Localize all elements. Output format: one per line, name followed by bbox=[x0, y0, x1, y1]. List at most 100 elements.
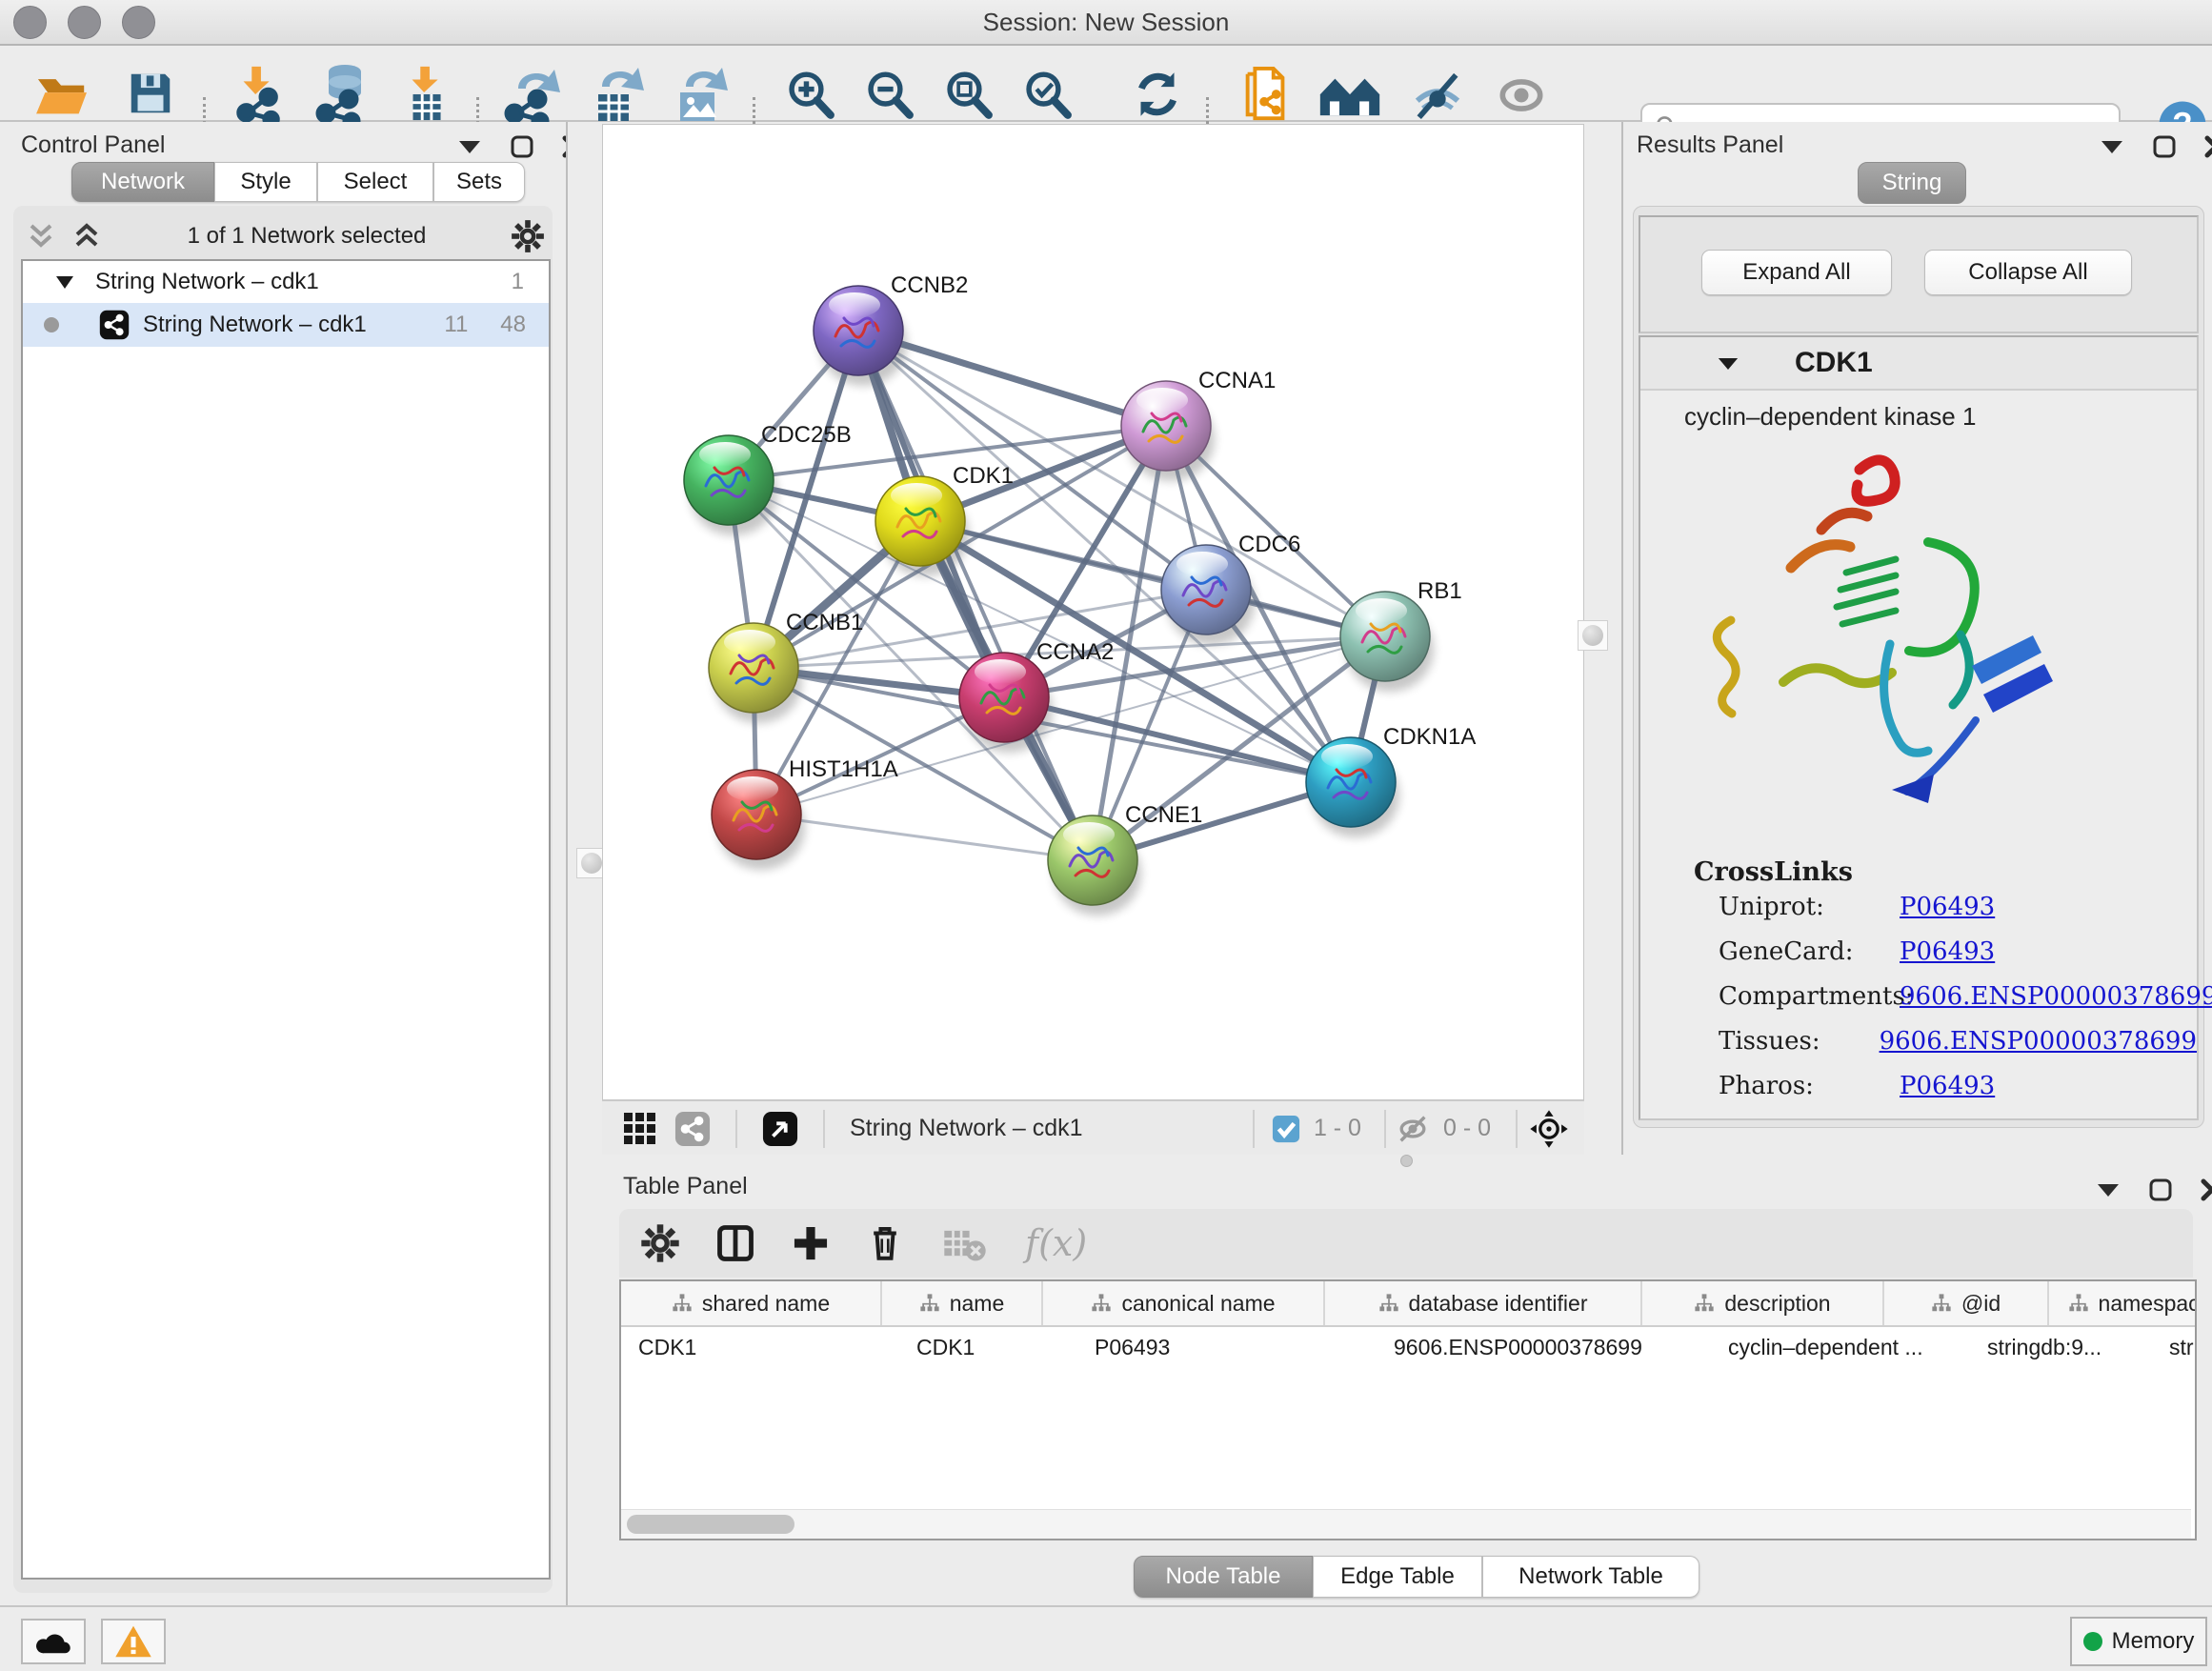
import-network-database-button[interactable] bbox=[311, 65, 375, 122]
panel-collapse-icon[interactable] bbox=[2096, 1181, 2121, 1198]
panel-float-icon[interactable] bbox=[511, 135, 533, 158]
memory-button[interactable]: Memory bbox=[2070, 1617, 2207, 1666]
string-result-entry: CDK1 cyclin–dependent kinase 1 bbox=[1639, 335, 2199, 1120]
save-session-button[interactable] bbox=[120, 67, 181, 120]
hidden-counts: 0 - 0 bbox=[1443, 1115, 1491, 1142]
network-node[interactable]: CCNA1 bbox=[1121, 368, 1276, 471]
table-cell[interactable]: 9606.ENSP00000378699 bbox=[1377, 1327, 1711, 1367]
column-header-canonicalname[interactable]: canonical name bbox=[1043, 1281, 1325, 1325]
import-network-file-button[interactable] bbox=[227, 65, 292, 122]
tab-edge-table[interactable]: Edge Table bbox=[1313, 1556, 1482, 1598]
table-cell[interactable]: CDK1 bbox=[621, 1327, 899, 1367]
table-h-scrollbar[interactable] bbox=[621, 1509, 2191, 1539]
gear-icon[interactable] bbox=[511, 219, 545, 253]
result-entry-header[interactable]: CDK1 bbox=[1640, 337, 2197, 391]
tree-expand-icon[interactable] bbox=[55, 274, 74, 290]
crosslink-link[interactable]: P06493 bbox=[1900, 1072, 1995, 1100]
panel-close-icon[interactable] bbox=[2204, 135, 2212, 158]
panel-close-icon[interactable] bbox=[2201, 1178, 2212, 1201]
network-edge[interactable] bbox=[756, 815, 1093, 860]
zoom-out-button[interactable] bbox=[858, 67, 921, 122]
grid-view-icon[interactable] bbox=[623, 1112, 657, 1146]
table-cell[interactable]: stringdb:9... bbox=[1970, 1327, 2152, 1367]
network-tree-root-row[interactable]: String Network – cdk1 1 bbox=[23, 261, 549, 303]
crosslink-link[interactable]: 9606.ENSP00000378699 bbox=[1880, 1027, 2197, 1056]
warning-button[interactable] bbox=[101, 1619, 166, 1664]
open-session-button[interactable] bbox=[31, 67, 92, 120]
export-table-icon bbox=[585, 64, 646, 123]
network-tree-child-row[interactable]: String Network – cdk1 11 48 bbox=[23, 303, 549, 347]
import-table-button[interactable] bbox=[395, 65, 460, 122]
hidden-items-eye-slash-icon[interactable] bbox=[1396, 1115, 1430, 1143]
delete-column-trash-icon[interactable] bbox=[865, 1223, 905, 1263]
zoom-in-icon bbox=[783, 67, 838, 122]
network-node[interactable]: CDK1 bbox=[875, 463, 1014, 566]
export-network-button[interactable] bbox=[499, 65, 564, 122]
selected-nodes-checkbox-icon[interactable] bbox=[1272, 1115, 1300, 1143]
panel-float-icon[interactable] bbox=[2153, 135, 2176, 158]
detach-view-icon[interactable] bbox=[762, 1111, 798, 1147]
panel-collapse-icon[interactable] bbox=[457, 138, 482, 155]
table-cell[interactable]: P06493 bbox=[1077, 1327, 1377, 1367]
crosslink-link[interactable]: P06493 bbox=[1900, 893, 1995, 921]
houses-button[interactable] bbox=[1317, 69, 1383, 122]
show-columns-icon[interactable] bbox=[714, 1222, 756, 1264]
export-table-button[interactable] bbox=[583, 65, 648, 122]
crosslink-link[interactable]: P06493 bbox=[1900, 937, 1995, 966]
apply-layout-button[interactable] bbox=[1126, 67, 1189, 122]
add-column-plus-icon[interactable] bbox=[791, 1223, 831, 1263]
network-node[interactable]: HIST1H1A bbox=[712, 756, 898, 859]
table-cell[interactable]: stringdb bbox=[2152, 1327, 2197, 1367]
column-header-id[interactable]: @id bbox=[1884, 1281, 2049, 1325]
right-splitter-handle[interactable] bbox=[1578, 620, 1608, 651]
application-window: Session: New Session bbox=[0, 0, 2212, 1671]
collapse-all-button[interactable]: Collapse All bbox=[1924, 250, 2132, 295]
network-graph[interactable]: CCNB2CCNA1CDC25BCDK1CDC6RB1CCNB1CCNA2CDK… bbox=[603, 125, 1583, 1099]
table-settings-gear-icon[interactable] bbox=[640, 1223, 680, 1263]
column-header-databaseidentifier[interactable]: database identifier bbox=[1325, 1281, 1642, 1325]
table-cell[interactable]: CDK1 bbox=[899, 1327, 1077, 1367]
node-label: CCNA1 bbox=[1198, 368, 1276, 393]
zoom-fit-icon bbox=[941, 67, 996, 122]
table-cell[interactable]: cyclin–dependent ... bbox=[1711, 1327, 1970, 1367]
column-header-name[interactable]: name bbox=[882, 1281, 1043, 1325]
tab-sets[interactable]: Sets bbox=[433, 162, 525, 202]
column-header-sharedname[interactable]: shared name bbox=[621, 1281, 882, 1325]
column-header-namespace[interactable]: namespace bbox=[2049, 1281, 2197, 1325]
crosslink-label: GeneCard: bbox=[1719, 937, 1900, 966]
export-image-button[interactable] bbox=[667, 65, 732, 122]
network-edge[interactable] bbox=[858, 331, 1166, 426]
tab-node-table[interactable]: Node Table bbox=[1134, 1556, 1313, 1598]
column-header-description[interactable]: description bbox=[1642, 1281, 1884, 1325]
main-toolbar: ? bbox=[0, 46, 2212, 122]
panel-collapse-icon[interactable] bbox=[2100, 138, 2124, 155]
collapse-all-icon[interactable] bbox=[25, 222, 57, 251]
tab-select[interactable]: Select bbox=[317, 162, 433, 202]
hide-graphics-button[interactable] bbox=[1404, 69, 1471, 122]
zoom-fit-button[interactable] bbox=[937, 67, 1000, 122]
network-view-icon[interactable] bbox=[674, 1111, 711, 1147]
expand-all-button[interactable]: Expand All bbox=[1701, 250, 1892, 295]
protein-structure-image[interactable] bbox=[1679, 439, 2088, 839]
title-bar: Session: New Session bbox=[0, 0, 2212, 46]
refresh-arrows-icon bbox=[1131, 68, 1184, 121]
crosshair-icon[interactable] bbox=[1529, 1109, 1569, 1149]
eye-button[interactable] bbox=[1488, 69, 1555, 122]
tab-style[interactable]: Style bbox=[214, 162, 317, 202]
document-share-button[interactable] bbox=[1233, 65, 1299, 124]
tab-network-table[interactable]: Network Table bbox=[1482, 1556, 1699, 1598]
zoom-in-button[interactable] bbox=[779, 67, 842, 122]
horizontal-splitter-handle[interactable] bbox=[1398, 1155, 1414, 1167]
expand-all-icon[interactable] bbox=[70, 222, 103, 251]
crosslink-link[interactable]: 9606.ENSP00000378699 bbox=[1900, 982, 2212, 1011]
crosslinks-title: CrossLinks bbox=[1640, 844, 2197, 893]
cloud-button[interactable] bbox=[21, 1619, 86, 1664]
network-node[interactable]: RB1 bbox=[1340, 578, 1462, 681]
table-row[interactable]: CDK1CDK1P064939606.ENSP00000378699cyclin… bbox=[621, 1327, 2195, 1367]
tab-string[interactable]: String bbox=[1858, 162, 1966, 204]
tab-network[interactable]: Network bbox=[71, 162, 214, 202]
zoom-selected-button[interactable] bbox=[1016, 67, 1079, 122]
network-canvas[interactable]: CCNB2CCNA1CDC25BCDK1CDC6RB1CCNB1CCNA2CDK… bbox=[602, 124, 1584, 1100]
panel-float-icon[interactable] bbox=[2149, 1178, 2172, 1201]
entry-collapse-icon[interactable] bbox=[1717, 355, 1739, 372]
